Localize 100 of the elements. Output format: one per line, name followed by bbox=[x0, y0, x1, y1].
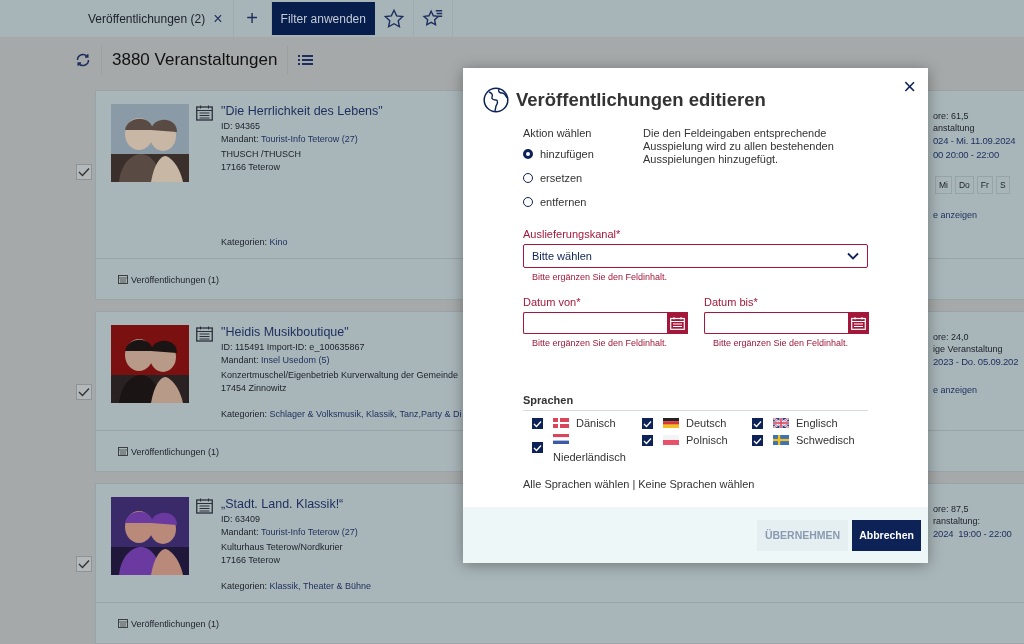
refresh-icon[interactable] bbox=[75, 51, 91, 68]
event-id: ID: 63409 bbox=[221, 513, 261, 526]
flag-icon bbox=[773, 418, 789, 428]
date-field[interactable] bbox=[523, 312, 667, 334]
mandant-link[interactable]: Tourist-Info Teterow (27) bbox=[260, 527, 358, 537]
city: 17454 Zinnowitz bbox=[221, 382, 287, 395]
event-id: ID: 94365 bbox=[221, 120, 261, 133]
cancel-button[interactable]: Abbrechen bbox=[852, 519, 921, 551]
calendar-button[interactable] bbox=[848, 312, 869, 334]
venue: THUSCH /THUSCH bbox=[221, 148, 301, 161]
score: ore: 87,5 bbox=[933, 503, 970, 515]
error-message: Bitte ergänzen Sie den Feldinhalt. bbox=[712, 338, 850, 348]
calendar-button[interactable] bbox=[667, 312, 688, 334]
show-more-link[interactable]: e anzeigen bbox=[933, 210, 1024, 220]
channel-dropdown[interactable]: Bitte wählen bbox=[523, 244, 868, 268]
publications-link[interactable]: Veröffentlichungen (1) bbox=[118, 274, 219, 285]
score: ore: 61,5 bbox=[933, 110, 970, 122]
radio-option[interactable]: hinzufügen bbox=[523, 142, 613, 166]
categories-label: Kategorien: bbox=[221, 409, 268, 419]
flag-icon bbox=[663, 435, 679, 445]
event-title[interactable]: „Stadt. Land. Klassik!“ bbox=[221, 497, 344, 511]
flag-icon bbox=[773, 435, 789, 445]
date-field[interactable] bbox=[704, 312, 848, 334]
select-all-link[interactable]: Alle Sprachen wählen bbox=[523, 478, 630, 490]
radio-option[interactable]: entfernen bbox=[523, 190, 613, 214]
flag-icon bbox=[553, 418, 569, 428]
checkbox[interactable] bbox=[76, 555, 92, 572]
event-id: ID: 115491 Import-ID: e_100635867 bbox=[221, 341, 365, 354]
venue: Konzertmuschel/Eigenbetrieb Kurverwaltung der Gemeinde bbox=[221, 369, 459, 382]
checkbox[interactable] bbox=[642, 435, 653, 446]
event-title[interactable]: "Heidis Musikboutique" bbox=[221, 325, 349, 339]
globe-icon bbox=[483, 87, 509, 113]
star-icon[interactable] bbox=[382, 7, 405, 30]
language-label: Deutsch bbox=[686, 417, 727, 429]
dialog-title: Veröffentlichungen editieren bbox=[516, 89, 766, 111]
checkbox[interactable] bbox=[752, 435, 763, 446]
city: 17166 Teterow bbox=[221, 554, 280, 567]
categories-link[interactable]: Schlager & Volksmusik, Klassik, Tanz,Party & Di bbox=[269, 409, 462, 419]
event-type: ige Veranstaltung bbox=[933, 343, 1004, 355]
show-more-link[interactable]: e anzeigen bbox=[933, 385, 1024, 395]
event-dates: 024 - Mi. 11.09.2024 bbox=[933, 134, 1017, 148]
categories-link[interactable]: Klassik, Theater & Bühne bbox=[269, 581, 371, 591]
checkbox[interactable] bbox=[752, 418, 763, 429]
flag-icon bbox=[553, 434, 569, 444]
close-button[interactable]: × bbox=[901, 76, 918, 98]
mandant-link[interactable]: Tourist-Info Teterow (27) bbox=[260, 134, 358, 144]
close-icon[interactable]: × bbox=[213, 9, 223, 28]
calendar-icon bbox=[118, 447, 128, 456]
publications-link[interactable]: Veröffentlichungen (1) bbox=[118, 618, 219, 629]
mandant-label: Mandant: bbox=[221, 134, 259, 144]
error-message: Bitte ergänzen Sie den Feldinhalt. bbox=[531, 272, 669, 282]
list-view-icon[interactable] bbox=[298, 53, 314, 66]
event-title[interactable]: "Die Herrlichkeit des Lebens" bbox=[221, 104, 383, 118]
weekday-chip: Mi bbox=[935, 176, 952, 194]
filter-button[interactable]: Filter anwenden bbox=[271, 2, 375, 35]
language-label: Englisch bbox=[796, 417, 838, 429]
calendar-icon bbox=[196, 105, 213, 121]
mandant-label: Mandant: bbox=[221, 527, 259, 537]
venue: Kulturhaus Teterow/Nordkurier bbox=[221, 541, 343, 554]
flag-icon bbox=[663, 418, 679, 428]
action-description: Die den Feldeingaben entsprechende Ausspielung wird zu allen bestehenden Ausspielungen hinzugefügt. bbox=[643, 127, 835, 167]
weekday-chip: Do bbox=[955, 176, 974, 194]
checkbox[interactable] bbox=[532, 442, 543, 453]
error-message: Bitte ergänzen Sie den Feldinhalt. bbox=[531, 338, 669, 348]
language-label: Polnisch bbox=[686, 434, 728, 446]
chevron-down-icon bbox=[847, 252, 859, 260]
calendar-icon bbox=[118, 619, 128, 628]
field-label: Datum von* bbox=[523, 296, 582, 308]
event-dates: 2024 19:00 - 22:00 bbox=[933, 527, 1013, 541]
publications-link[interactable]: Veröffentlichungen (1) bbox=[118, 446, 219, 457]
event-dates: 2023 - Do. 05.09.202 bbox=[933, 355, 1020, 369]
separator: | bbox=[632, 478, 636, 490]
checkbox[interactable] bbox=[532, 418, 543, 429]
language-label: Dänisch bbox=[576, 417, 616, 429]
checkbox[interactable] bbox=[76, 383, 92, 400]
event-times: 00 20:00 - 22:00 bbox=[933, 148, 1000, 162]
add-tab-button[interactable]: + bbox=[233, 0, 272, 37]
categories-label: Kategorien: bbox=[221, 237, 268, 247]
radio-option[interactable]: ersetzen bbox=[523, 166, 613, 190]
action-label: Aktion wählen bbox=[523, 127, 593, 139]
calendar-icon bbox=[196, 326, 213, 342]
categories-link[interactable]: Kino bbox=[269, 237, 288, 247]
section-title: Sprachen bbox=[523, 394, 868, 411]
calendar-icon bbox=[196, 498, 213, 514]
event-type: ranstaltung: bbox=[933, 515, 982, 527]
field-label: Auslieferungskanal* bbox=[523, 228, 622, 240]
checkbox[interactable] bbox=[642, 418, 653, 429]
score: ore: 24,0 bbox=[933, 331, 970, 343]
language-label: Niederländisch bbox=[553, 451, 626, 463]
field-label: Datum bis* bbox=[704, 296, 759, 308]
weekday-chip: Fr bbox=[976, 176, 993, 194]
language-label: Schwedisch bbox=[796, 434, 855, 446]
event-type: anstaltung bbox=[933, 122, 976, 134]
checkbox[interactable] bbox=[76, 164, 92, 180]
mandant-link[interactable]: Insel Usedom (5) bbox=[261, 355, 330, 365]
mandant-label: Mandant: bbox=[221, 355, 259, 365]
city: 17166 Teterow bbox=[221, 161, 280, 174]
categories-label: Kategorien: bbox=[221, 581, 268, 591]
calendar-icon bbox=[118, 275, 128, 284]
select-none-link[interactable]: Keine Sprachen wählen bbox=[638, 478, 755, 490]
